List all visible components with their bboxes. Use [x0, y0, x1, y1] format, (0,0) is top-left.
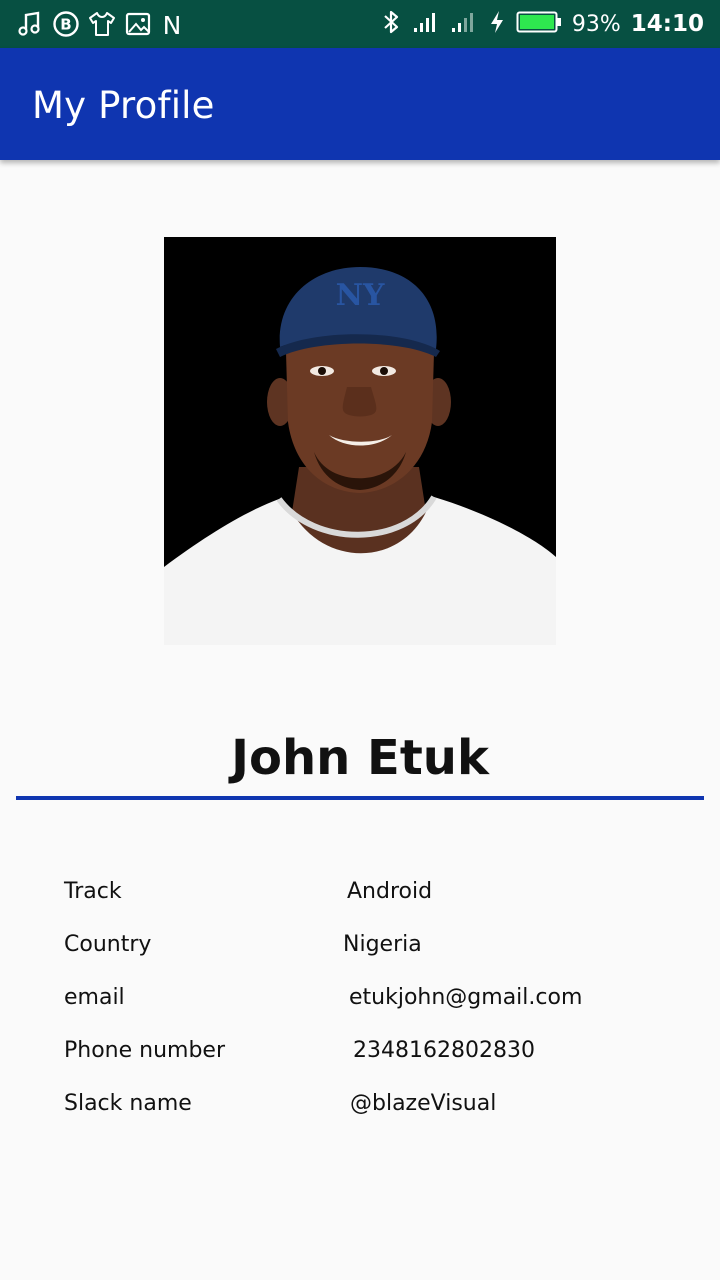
- detail-row-track: Track Android: [64, 872, 684, 925]
- track-label: Track: [64, 879, 122, 904]
- signal-weak-icon: [450, 8, 478, 41]
- charging-bolt-icon: [488, 8, 506, 41]
- email-value: etukjohn@gmail.com: [349, 985, 583, 1010]
- notification-icons: B N: [16, 8, 184, 40]
- shirt-icon: [88, 10, 116, 38]
- detail-row-email: email etukjohn@gmail.com: [64, 978, 684, 1031]
- status-bar: B N 93% 14:10: [0, 0, 720, 48]
- b-badge-letter: B: [60, 16, 71, 34]
- detail-row-country: Country Nigeria: [64, 925, 684, 978]
- n-letter: N: [163, 11, 182, 38]
- app-bar: My Profile: [0, 48, 720, 160]
- bluetooth-icon: [380, 8, 402, 41]
- svg-text:NY: NY: [336, 278, 385, 313]
- system-icons: 93% 14:10: [380, 8, 704, 40]
- profile-details: Track Android Country Nigeria email etuk…: [64, 872, 684, 1137]
- battery-icon: [516, 8, 562, 41]
- page-title: My Profile: [32, 84, 215, 127]
- track-value: Android: [347, 879, 433, 904]
- profile-photo-illustration: NY: [164, 237, 556, 645]
- country-label: Country: [64, 932, 152, 957]
- phone-value: 2348162802830: [353, 1038, 535, 1063]
- b-badge-icon: B: [52, 10, 80, 38]
- phone-label: Phone number: [64, 1038, 226, 1063]
- signal-icon: [412, 8, 440, 41]
- profile-photo: NY: [164, 237, 556, 645]
- country-value: Nigeria: [343, 932, 422, 957]
- name-divider: [16, 796, 704, 800]
- profile-name: John Etuk: [231, 730, 489, 786]
- clock: 14:10: [630, 11, 704, 37]
- music-note-icon: [16, 10, 44, 38]
- detail-row-slack: Slack name @blazeVisual: [64, 1084, 684, 1137]
- slack-label: Slack name: [64, 1091, 192, 1116]
- email-label: email: [64, 985, 125, 1010]
- n-letter-icon: N: [160, 10, 184, 38]
- detail-row-phone: Phone number 2348162802830: [64, 1031, 684, 1084]
- image-icon: [124, 10, 152, 38]
- slack-value: @blazeVisual: [350, 1091, 497, 1116]
- battery-percent: 93%: [571, 11, 621, 37]
